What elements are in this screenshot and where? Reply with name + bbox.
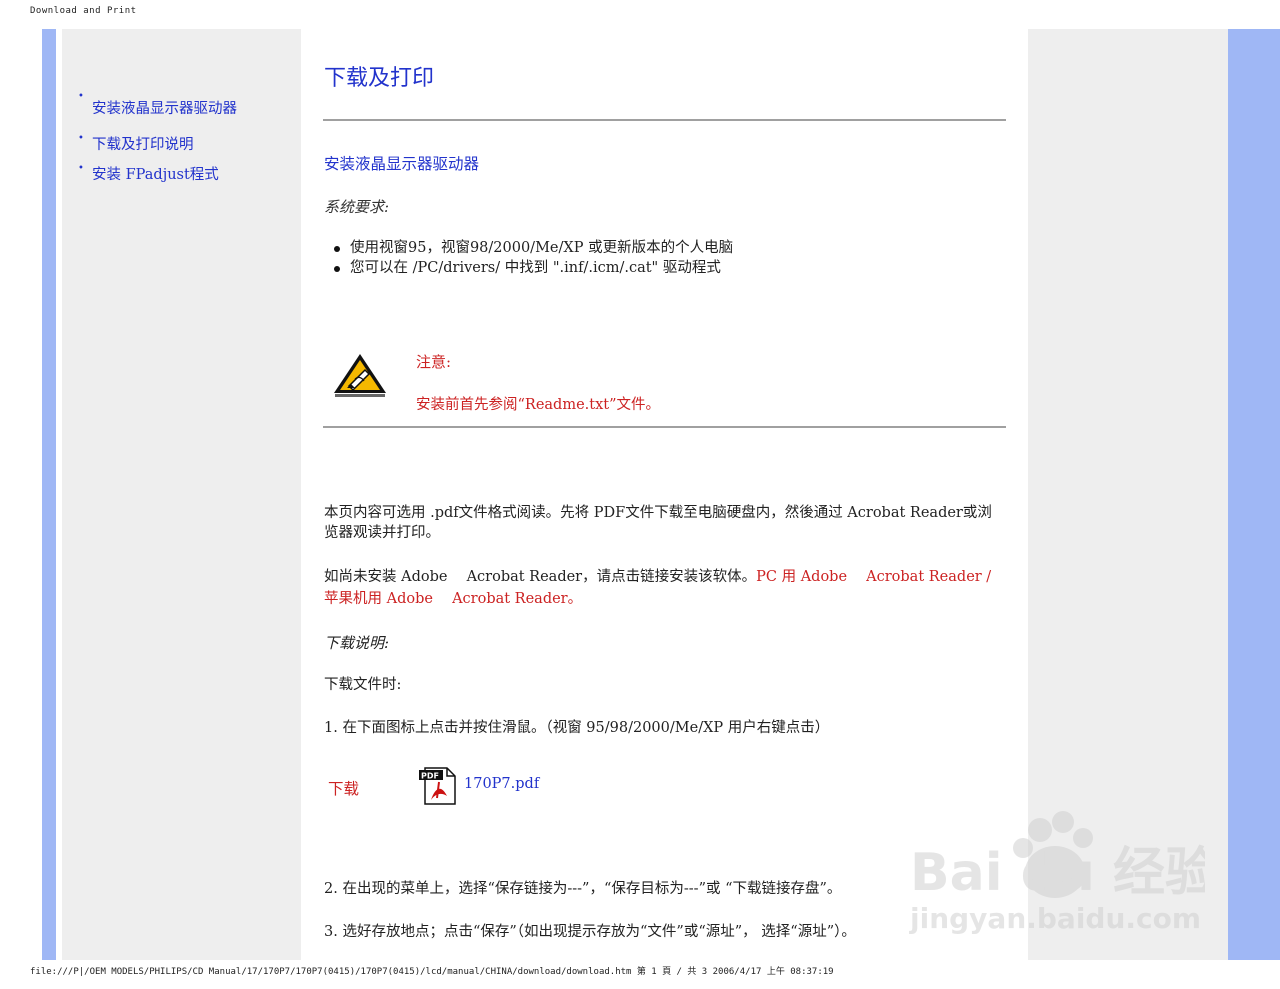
pdf-file-icon[interactable]: PDF [419,766,457,806]
system-requirements-label: 系统要求: [324,198,390,216]
bullet-icon: • [78,133,84,144]
divider-top [323,119,1006,121]
note-title: 注意: [416,353,452,371]
step-1-text: 1. 在下面图标上点击并按住滑鼠。（视窗 95/98/2000/Me/XP 用户… [324,720,830,736]
right-blue-border [1228,29,1280,960]
pdf-download-link[interactable]: 170P7.pdf [464,776,539,792]
install-reader-paragraph: 如尚未安装 Adobe Acrobat Reader，请点击链接安装该软体。PC… [324,566,1004,610]
requirement-item: 您可以在 /PC/drivers/ 中找到 ".inf/.icm/.cat" 驱… [332,258,733,278]
print-header: Download and Print [30,6,137,16]
baidu-watermark-logo: Bai du 经验 jingyan.baidu.com [909,811,1205,935]
requirements-list: 使用视窗95，视窗98/2000/Me/XP 或更新版本的个人电脑 您可以在 /… [332,238,733,278]
step-2-text: 2. 在出现的菜单上，选择“保存链接为---”，“保存目标为---”或 “下载链… [324,881,842,897]
download-notes-label: 下载说明: [324,634,390,652]
watermark-url: jingyan.baidu.com [909,902,1201,935]
sidebar-item-install-driver[interactable]: • 安装液晶显示器驱动器 [78,87,298,119]
page-title: 下载及打印 [324,66,435,91]
divider-note [323,426,1006,428]
install-driver-link[interactable]: 安装液晶显示器驱动器 [324,152,479,174]
download-label: 下载 [328,780,360,798]
print-footer: file:///P|/OEM MODELS/PHILIPS/CD Manual/… [30,967,834,977]
svg-text:PDF: PDF [421,772,439,781]
sidebar-item-label: 下载及打印说明 [92,137,194,153]
warning-note-icon [334,354,386,397]
watermark-brand: Bai du 经验 [910,843,1205,903]
download-when-text: 下载文件时: [324,677,402,693]
install-reader-prefix: 如尚未安装 Adobe Acrobat Reader，请点击链接安装该软体。 [324,569,757,585]
note-text: 安装前首先参阅“Readme.txt”文件。 [416,397,661,413]
sidebar-item-fpadjust[interactable]: • 安装 FPadjust程式 [78,163,298,185]
pdf-intro-text: 本页内容可选用 .pdf文件格式阅读。先将 PDF文件下载至电脑硬盘内，然後通过… [324,505,992,541]
left-blue-border [42,29,56,960]
sidebar: • 安装液晶显示器驱动器 • 下载及打印说明 • 安装 FPadjust程式 [62,29,301,960]
sidebar-item-label: 安装 FPadjust程式 [92,167,219,183]
step-3-text: 3. 选好存放地点；点击“保存”（如出现提示存放为“文件”或“源址”， 选择“源… [324,924,856,940]
sidebar-item-download-print[interactable]: • 下载及打印说明 [78,133,298,155]
bullet-icon: • [78,163,84,174]
sidebar-nav: • 安装液晶显示器驱动器 • 下载及打印说明 • 安装 FPadjust程式 [78,87,298,185]
sidebar-item-label: 安装液晶显示器驱动器 [92,101,237,117]
requirement-item: 使用视窗95，视窗98/2000/Me/XP 或更新版本的个人电脑 [332,238,733,258]
bullet-icon: • [78,91,84,102]
